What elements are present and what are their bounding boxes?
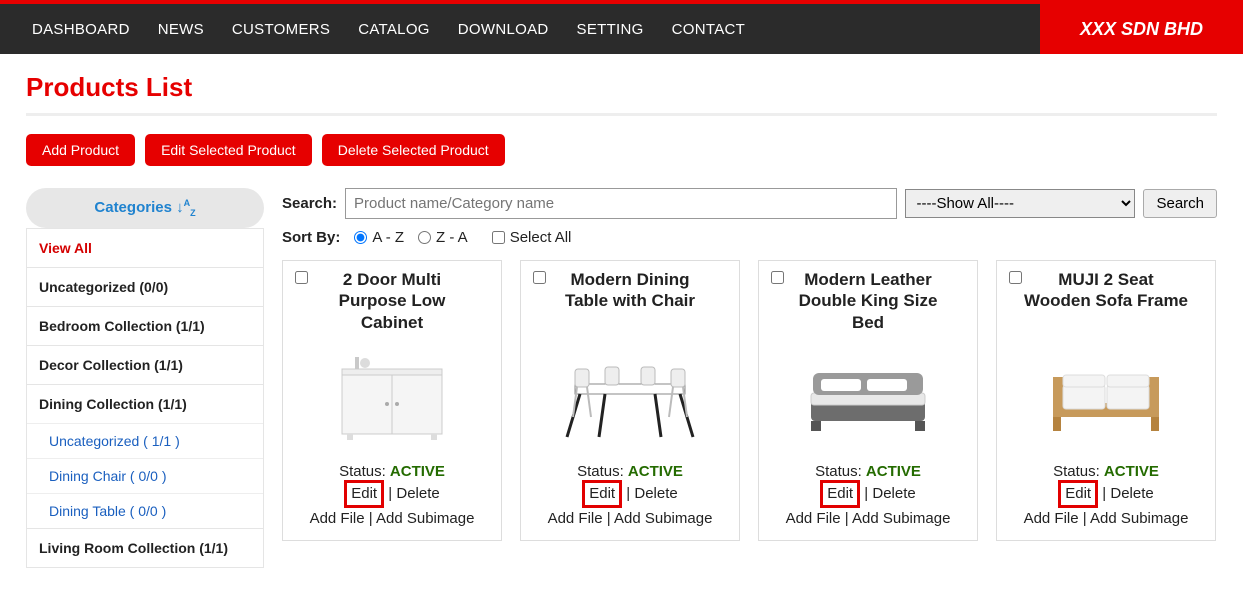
sort-az-radio[interactable] — [354, 231, 367, 244]
categories-header-label: Categories — [94, 199, 172, 216]
delete-link[interactable]: Delete — [1110, 485, 1153, 502]
delete-link[interactable]: Delete — [396, 485, 439, 502]
nav-customers[interactable]: CUSTOMERS — [232, 21, 330, 38]
product-image — [317, 339, 467, 449]
add-subimage-link[interactable]: Add Subimage — [852, 510, 950, 527]
sidebar-item[interactable]: Decor Collection (1/1) — [27, 345, 263, 384]
add-subimage-link[interactable]: Add Subimage — [614, 510, 712, 527]
delete-link[interactable]: Delete — [872, 485, 915, 502]
nav-catalog[interactable]: CATALOG — [358, 21, 430, 38]
edit-link[interactable]: Edit — [820, 480, 860, 508]
nav-setting[interactable]: SETTING — [577, 21, 644, 38]
sort-icon: ↓AZ — [176, 199, 196, 216]
add-file-link[interactable]: Add File — [1024, 510, 1079, 527]
product-card: Modern Dining Table with Chair Status: A… — [520, 260, 740, 541]
select-all[interactable]: Select All — [492, 229, 572, 246]
sort-za-radio[interactable] — [418, 231, 431, 244]
navbar: DASHBOARD NEWS CUSTOMERS CATALOG DOWNLOA… — [0, 4, 1243, 54]
product-card: 2 Door Multi Purpose Low Cabinet Status:… — [282, 260, 502, 541]
add-product-button[interactable]: Add Product — [26, 134, 135, 166]
edit-link[interactable]: Edit — [344, 480, 384, 508]
product-card: MUJI 2 Seat Wooden Sofa Frame Status: AC… — [996, 260, 1216, 541]
product-image — [793, 339, 943, 449]
sidebar-item[interactable]: Bedroom Collection (1/1) — [27, 306, 263, 345]
categories-header[interactable]: Categories ↓AZ — [26, 188, 264, 228]
delete-link[interactable]: Delete — [634, 485, 677, 502]
product-title: MUJI 2 Seat Wooden Sofa Frame — [1005, 269, 1207, 333]
product-actions: Edit | Delete Add File | Add Subimage — [1024, 480, 1189, 530]
nav-download[interactable]: DOWNLOAD — [458, 21, 549, 38]
sort-za[interactable]: Z - A — [418, 229, 468, 246]
sidebar-item[interactable]: Dining Collection (1/1) — [27, 384, 263, 423]
filter-select[interactable]: ----Show All---- — [905, 189, 1135, 218]
product-image — [1031, 339, 1181, 449]
action-bar: Add Product Edit Selected Product Delete… — [26, 134, 1217, 166]
product-checkbox[interactable] — [771, 271, 784, 284]
product-status: Status: ACTIVE — [1053, 463, 1159, 480]
sidebar: Categories ↓AZ View AllUncategorized (0/… — [26, 188, 264, 568]
divider — [26, 113, 1217, 116]
brand-badge: XXX SDN BHD — [1040, 4, 1243, 54]
product-grid: 2 Door Multi Purpose Low Cabinet Status:… — [282, 260, 1217, 541]
edit-link[interactable]: Edit — [582, 480, 622, 508]
select-all-checkbox[interactable] — [492, 231, 505, 244]
add-subimage-link[interactable]: Add Subimage — [1090, 510, 1188, 527]
delete-selected-button[interactable]: Delete Selected Product — [322, 134, 505, 166]
product-checkbox[interactable] — [295, 271, 308, 284]
add-file-link[interactable]: Add File — [548, 510, 603, 527]
product-card: Modern Leather Double King Size Bed Stat… — [758, 260, 978, 541]
product-status: Status: ACTIVE — [815, 463, 921, 480]
add-file-link[interactable]: Add File — [310, 510, 365, 527]
product-title: Modern Leather Double King Size Bed — [767, 269, 969, 333]
product-image — [555, 339, 705, 449]
product-actions: Edit | Delete Add File | Add Subimage — [548, 480, 713, 530]
product-checkbox[interactable] — [1009, 271, 1022, 284]
product-actions: Edit | Delete Add File | Add Subimage — [310, 480, 475, 530]
add-file-link[interactable]: Add File — [786, 510, 841, 527]
sidebar-item[interactable]: Living Room Collection (1/1) — [27, 528, 263, 567]
edit-selected-button[interactable]: Edit Selected Product — [145, 134, 312, 166]
product-status: Status: ACTIVE — [577, 463, 683, 480]
nav-contact[interactable]: CONTACT — [672, 21, 745, 38]
categories-list: View AllUncategorized (0/0)Bedroom Colle… — [26, 228, 264, 568]
product-title: 2 Door Multi Purpose Low Cabinet — [291, 269, 493, 333]
search-row: Search: ----Show All---- Search — [282, 188, 1217, 219]
sort-label: Sort By: — [282, 229, 340, 246]
sidebar-item[interactable]: View All — [27, 228, 263, 267]
sort-row: Sort By: A - Z Z - A Select All — [282, 229, 1217, 246]
search-button[interactable]: Search — [1143, 189, 1217, 218]
sidebar-subitem[interactable]: Dining Table ( 0/0 ) — [27, 493, 263, 528]
sidebar-item[interactable]: Uncategorized (0/0) — [27, 267, 263, 306]
page-title: Products List — [26, 72, 1217, 103]
nav-dashboard[interactable]: DASHBOARD — [32, 21, 130, 38]
add-subimage-link[interactable]: Add Subimage — [376, 510, 474, 527]
nav-news[interactable]: NEWS — [158, 21, 204, 38]
product-checkbox[interactable] — [533, 271, 546, 284]
sidebar-subitem[interactable]: Uncategorized ( 1/1 ) — [27, 423, 263, 458]
product-actions: Edit | Delete Add File | Add Subimage — [786, 480, 951, 530]
main: Search: ----Show All---- Search Sort By:… — [282, 188, 1217, 541]
edit-link[interactable]: Edit — [1058, 480, 1098, 508]
nav-links: DASHBOARD NEWS CUSTOMERS CATALOG DOWNLOA… — [32, 21, 1040, 38]
sort-az[interactable]: A - Z — [354, 229, 404, 246]
product-title: Modern Dining Table with Chair — [529, 269, 731, 333]
sidebar-subitem[interactable]: Dining Chair ( 0/0 ) — [27, 458, 263, 493]
search-label: Search: — [282, 195, 337, 212]
product-status: Status: ACTIVE — [339, 463, 445, 480]
search-input[interactable] — [345, 188, 897, 219]
